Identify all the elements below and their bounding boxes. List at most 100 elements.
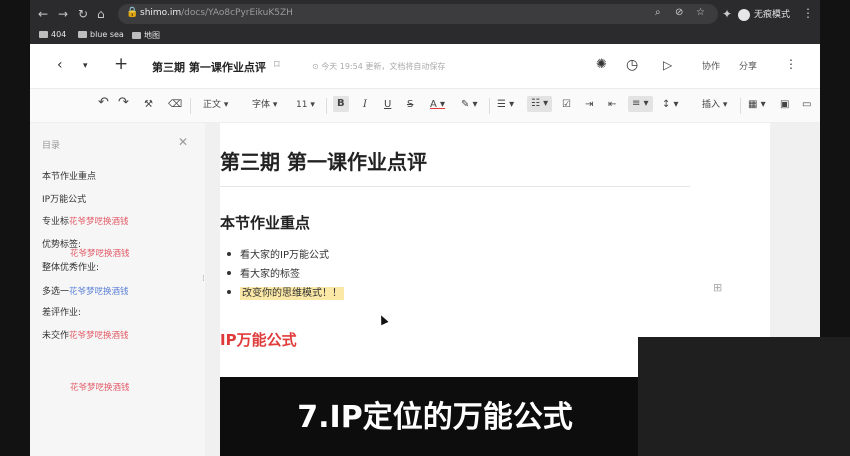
checklist-icon[interactable]: ☑: [562, 99, 571, 111]
list-item-text: 看大家的IP万能公式: [240, 250, 329, 261]
toc-item-5[interactable]: 多选一花爷梦呓换酒钱: [42, 284, 129, 297]
ordered-list-icon[interactable]: ☰ ▾: [497, 99, 514, 111]
collaborators-icon[interactable]: ✺: [596, 57, 607, 72]
toc-item-label: 整体优秀作业:: [42, 263, 100, 273]
image-icon[interactable]: ▣: [780, 99, 789, 111]
back-icon[interactable]: ←: [38, 7, 48, 21]
address-bar[interactable]: 🔒 shimo.im/docs/YAo8cPyrEikuK5ZH ⌕ ⊘ ☆: [118, 4, 718, 24]
bookmark-404[interactable]: 404: [39, 30, 66, 39]
italic-icon[interactable]: I: [363, 99, 367, 111]
home-icon[interactable]: ⌂: [97, 7, 105, 21]
toolbar-divider: [740, 98, 741, 114]
list-item[interactable]: 看大家的IP万能公式: [227, 246, 329, 261]
toc-item-4[interactable]: 整体优秀作业:: [42, 260, 99, 273]
toc-sidebar: 目录 ✕ 本节作业重点 IP万能公式 专业标花爷梦呓换酒钱 优势标签: 花爷梦呓…: [30, 123, 205, 456]
section-heading[interactable]: IP万能公式: [220, 329, 297, 350]
zoom-icon[interactable]: ⌕: [655, 7, 661, 18]
bookmark-blue-sea[interactable]: blue sea: [78, 30, 124, 39]
toc-item-7[interactable]: 未交作花爷梦呓换酒钱: [42, 328, 129, 341]
toolbar-divider: [489, 98, 490, 114]
folder-icon: [78, 31, 87, 38]
history-icon[interactable]: ◷: [626, 57, 638, 73]
watermark-text: 花爷梦呓换酒钱: [70, 249, 130, 259]
save-status-text: 今天 19:54 更新，文档将自动保存: [321, 62, 446, 71]
toc-item-1[interactable]: IP万能公式: [42, 192, 86, 205]
toc-item-2[interactable]: 专业标花爷梦呓换酒钱: [42, 214, 129, 227]
drag-handle-icon[interactable]: ⁞: [202, 274, 205, 284]
embedded-video[interactable]: 7.IP定位的万能公式: [220, 377, 640, 456]
lock-icon: 🔒: [126, 7, 139, 18]
underline-icon[interactable]: U: [384, 99, 391, 111]
watermark-text: 花爷梦呓换酒钱: [69, 217, 129, 227]
bullet-icon: [227, 290, 231, 294]
eye-off-icon[interactable]: ⊘: [675, 7, 683, 18]
list-item[interactable]: 看大家的标签: [227, 265, 300, 280]
toc-item-label: 本节作业重点: [42, 172, 97, 182]
present-icon[interactable]: ▷: [663, 58, 672, 72]
insert-menu[interactable]: 插入 ▾: [702, 99, 727, 111]
back-chevron-icon[interactable]: ‹: [57, 57, 63, 73]
bookmark-icon[interactable]: ⌑: [274, 58, 280, 71]
bullet-list-icon[interactable]: ☷ ▾: [527, 96, 553, 112]
folder-icon: [39, 31, 48, 38]
nav-dropdown-icon[interactable]: ▾: [83, 61, 88, 71]
line-height-icon[interactable]: ↕ ▾: [662, 99, 679, 111]
forward-icon[interactable]: →: [58, 7, 68, 21]
list-item[interactable]: 改变你的思维模式！！: [227, 284, 344, 300]
font-select[interactable]: 字体 ▾: [252, 99, 277, 111]
clear-format-icon[interactable]: ⌫: [168, 99, 182, 111]
doc-menu-icon[interactable]: ⋮: [785, 57, 797, 71]
text-color-icon[interactable]: A ▾: [430, 99, 445, 111]
toc-item-label: 未交作: [42, 331, 70, 341]
doc-title[interactable]: 第三期 第一课作业点评: [152, 59, 266, 75]
bookmark-label: 地图: [144, 31, 160, 40]
align-icon[interactable]: ≡ ▾: [628, 96, 653, 112]
incognito-indicator[interactable]: 无痕模式: [738, 7, 790, 21]
paragraph-style-select[interactable]: 正文 ▾: [203, 99, 228, 111]
star-icon[interactable]: ☆: [696, 7, 705, 18]
toc-item-0[interactable]: 本节作业重点: [42, 169, 96, 182]
bullet-icon: [227, 252, 231, 256]
folder-icon: [132, 32, 141, 39]
table-icon[interactable]: ▦ ▾: [748, 99, 766, 111]
browser-menu-icon[interactable]: ⋮: [802, 6, 814, 20]
toolbar-divider: [326, 98, 327, 114]
document-heading-2[interactable]: 本节作业重点: [220, 212, 310, 233]
redo-icon[interactable]: ↷: [118, 96, 129, 109]
close-icon[interactable]: ✕: [178, 135, 188, 149]
video-caption: 7.IP定位的万能公式: [297, 400, 573, 435]
bookmark-label: blue sea: [90, 30, 124, 39]
format-painter-icon[interactable]: ⚒: [144, 99, 153, 111]
bookmark-map[interactable]: 地图: [132, 30, 160, 41]
new-doc-icon[interactable]: +: [114, 54, 128, 74]
toc-item-6[interactable]: 差评作业:: [42, 305, 81, 318]
add-comment-icon[interactable]: ⊞: [713, 281, 722, 294]
comment-icon[interactable]: ▭: [802, 99, 811, 111]
undo-icon[interactable]: ↶: [98, 96, 109, 109]
style-label: 正文: [203, 100, 222, 110]
insert-label: 插入: [702, 100, 721, 110]
watermark-text: 花爷梦呓换酒钱: [70, 383, 130, 393]
indent-icon[interactable]: ⇥: [585, 99, 593, 111]
toc-item-label: 差评作业:: [42, 308, 82, 318]
size-label: 11: [296, 100, 308, 110]
document-heading-1[interactable]: 第三期 第一课作业点评: [220, 146, 427, 175]
watermark-text: 花爷梦呓换酒钱: [69, 331, 129, 341]
list-item-text: 看大家的标签: [240, 269, 300, 280]
share-button[interactable]: 分享: [739, 59, 757, 72]
watermark-text: 花爷梦呓换酒钱: [69, 287, 129, 297]
webcam-overlay: [638, 337, 850, 456]
strikethrough-icon[interactable]: S: [407, 99, 413, 111]
url-host: shimo.im: [140, 8, 182, 18]
url-text: shimo.im/docs/YAo8cPyrEikuK5ZH: [140, 8, 293, 18]
bold-icon[interactable]: B: [333, 96, 349, 112]
toc-title: 目录: [42, 141, 61, 151]
heading-divider: [220, 186, 690, 187]
outdent-icon[interactable]: ⇤: [608, 99, 616, 111]
font-size-select[interactable]: 11 ▾: [296, 99, 315, 111]
toolbar-divider: [190, 98, 191, 114]
extensions-icon[interactable]: ✦: [722, 7, 732, 21]
highlight-icon[interactable]: ✎ ▾: [461, 99, 478, 111]
reload-icon[interactable]: ↻: [78, 7, 88, 21]
collab-button[interactable]: 协作: [702, 59, 720, 72]
